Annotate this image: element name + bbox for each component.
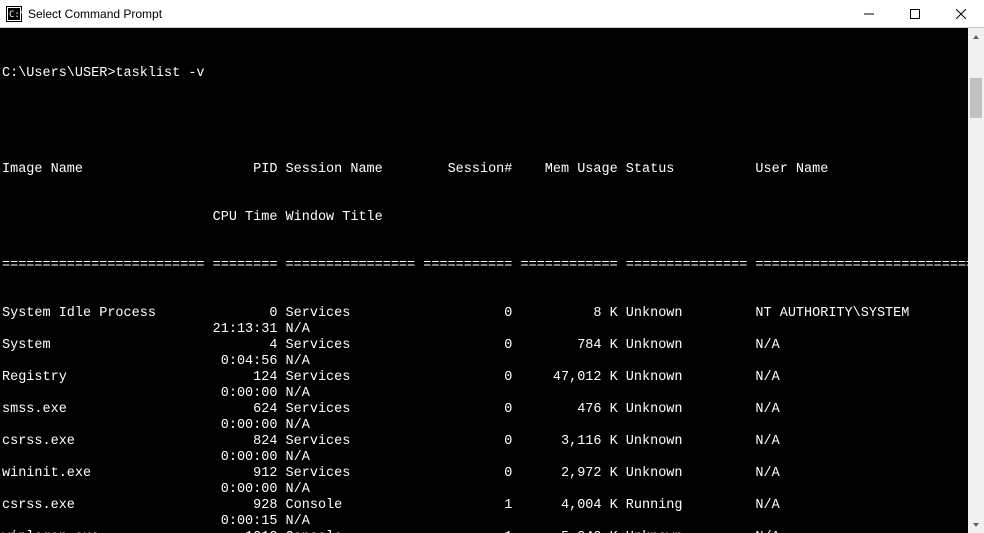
process-row-detail: 0:04:56 N/A bbox=[0, 354, 968, 370]
process-row-detail: 0:00:00 N/A bbox=[0, 386, 968, 402]
blank-line bbox=[0, 114, 968, 130]
process-row-detail: 21:13:31 N/A bbox=[0, 322, 968, 338]
process-row: smss.exe 624 Services 0 476 K Unknown N/… bbox=[0, 402, 968, 418]
svg-text:C:\: C:\ bbox=[9, 10, 22, 20]
header-line-1: Image Name PID Session Name Session# Mem… bbox=[0, 162, 968, 178]
command-text: tasklist -v bbox=[115, 66, 204, 81]
window-controls bbox=[846, 0, 984, 27]
process-row: System 4 Services 0 784 K Unknown N/A bbox=[0, 338, 968, 354]
terminal-content[interactable]: C:\Users\USER>tasklist -v Image Name PID… bbox=[0, 28, 968, 533]
minimize-button[interactable] bbox=[846, 0, 892, 28]
process-list: System Idle Process 0 Services 0 8 K Unk… bbox=[0, 306, 968, 533]
prompt-line: C:\Users\USER>tasklist -v bbox=[0, 66, 968, 82]
titlebar[interactable]: C:\ Select Command Prompt bbox=[0, 0, 984, 28]
process-row: csrss.exe 928 Console 1 4,004 K Running … bbox=[0, 498, 968, 514]
process-row: System Idle Process 0 Services 0 8 K Unk… bbox=[0, 306, 968, 322]
header-line-2: CPU Time Window Title bbox=[0, 210, 968, 226]
close-button[interactable] bbox=[938, 0, 984, 28]
scroll-thumb[interactable] bbox=[970, 78, 982, 118]
process-row-detail: 0:00:00 N/A bbox=[0, 482, 968, 498]
prompt-text: C:\Users\USER> bbox=[2, 66, 115, 81]
scroll-up-arrow-icon[interactable] bbox=[968, 28, 984, 45]
cmd-icon: C:\ bbox=[6, 6, 22, 22]
process-row-detail: 0:00:15 N/A bbox=[0, 514, 968, 530]
process-row-detail: 0:00:00 N/A bbox=[0, 450, 968, 466]
window-title: Select Command Prompt bbox=[28, 7, 162, 21]
process-row: csrss.exe 824 Services 0 3,116 K Unknown… bbox=[0, 434, 968, 450]
process-row-detail: 0:00:00 N/A bbox=[0, 418, 968, 434]
scroll-down-arrow-icon[interactable] bbox=[968, 516, 984, 533]
vertical-scrollbar[interactable] bbox=[968, 28, 984, 533]
divider-line: ========================= ======== =====… bbox=[0, 258, 968, 274]
maximize-button[interactable] bbox=[892, 0, 938, 28]
process-row: Registry 124 Services 0 47,012 K Unknown… bbox=[0, 370, 968, 386]
process-row: wininit.exe 912 Services 0 2,972 K Unkno… bbox=[0, 466, 968, 482]
